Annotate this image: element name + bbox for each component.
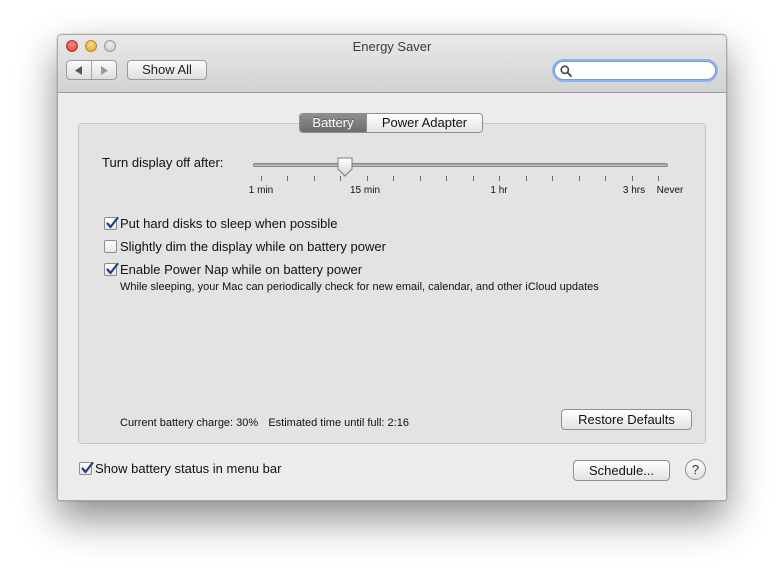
dim-display-checkbox[interactable] — [104, 240, 117, 253]
slider-label-1-hr: 1 hr — [490, 185, 508, 196]
power-nap-checkbox[interactable] — [104, 262, 119, 276]
slider-label-15-min: 15 min — [349, 185, 381, 196]
checkmark-icon — [106, 216, 119, 229]
title-bar: Energy Saver Show All — [58, 35, 726, 93]
slider-label-1-min: 1 min — [248, 185, 274, 196]
back-button[interactable] — [67, 61, 91, 79]
show-all-button[interactable]: Show All — [127, 60, 207, 80]
show-battery-status-label[interactable]: Show battery status in menu bar — [95, 461, 281, 476]
tab-battery[interactable]: Battery — [300, 114, 366, 132]
hard-disk-sleep-label[interactable]: Put hard disks to sleep when possible — [120, 216, 338, 231]
battery-charge-text: Current battery charge: 30% — [120, 417, 259, 429]
power-nap-description: While sleeping, your Mac can periodicall… — [120, 281, 599, 293]
back-arrow-icon — [75, 65, 82, 75]
display-sleep-label: Turn display off after: — [102, 155, 224, 170]
search-field[interactable] — [554, 61, 716, 80]
battery-charge-status: Current battery charge: 30% Estimated ti… — [120, 417, 409, 429]
time-until-full-text: Estimated time until full: 2:16 — [268, 417, 409, 429]
checkmark-icon — [106, 262, 119, 275]
slider-tick — [499, 176, 500, 181]
slider-tick — [393, 176, 394, 181]
slider-label-3-hrs: 3 hrs — [622, 185, 646, 196]
show-battery-status-checkbox[interactable] — [79, 461, 94, 475]
schedule-button[interactable]: Schedule... — [573, 460, 670, 481]
display-sleep-slider-thumb[interactable] — [336, 157, 354, 177]
tab-power-adapter[interactable]: Power Adapter — [366, 114, 482, 132]
slider-tick — [473, 176, 474, 181]
power-nap-label[interactable]: Enable Power Nap while on battery power — [120, 262, 362, 277]
help-button[interactable]: ? — [685, 459, 706, 480]
restore-defaults-button[interactable]: Restore Defaults — [561, 409, 692, 430]
slider-tick — [287, 176, 288, 181]
slider-tick — [605, 176, 606, 181]
slider-tick — [367, 176, 368, 181]
display-sleep-slider-track[interactable] — [253, 163, 668, 167]
slider-tick — [552, 176, 553, 181]
slider-tick — [314, 176, 315, 181]
slider-tick — [579, 176, 580, 181]
slider-tick — [261, 176, 262, 181]
slider-tick — [446, 176, 447, 181]
search-input[interactable] — [575, 62, 709, 79]
slider-tick — [658, 176, 659, 181]
slider-label-never: Never — [656, 185, 684, 196]
hard-disk-sleep-checkbox[interactable] — [104, 216, 119, 230]
forward-button[interactable] — [91, 61, 116, 79]
slider-tick — [526, 176, 527, 181]
dim-display-label[interactable]: Slightly dim the display while on batter… — [120, 239, 386, 254]
slider-tick — [420, 176, 421, 181]
search-icon — [560, 65, 572, 77]
energy-saver-window: Energy Saver Show All Battery Power Adap… — [57, 34, 727, 501]
window-title: Energy Saver — [352, 39, 432, 54]
forward-arrow-icon — [101, 65, 108, 75]
slider-tick — [632, 176, 633, 181]
back-forward-control — [66, 60, 117, 80]
slider-tick — [340, 176, 341, 181]
source-tabs: Battery Power Adapter — [299, 113, 483, 133]
checkmark-icon — [81, 461, 94, 474]
